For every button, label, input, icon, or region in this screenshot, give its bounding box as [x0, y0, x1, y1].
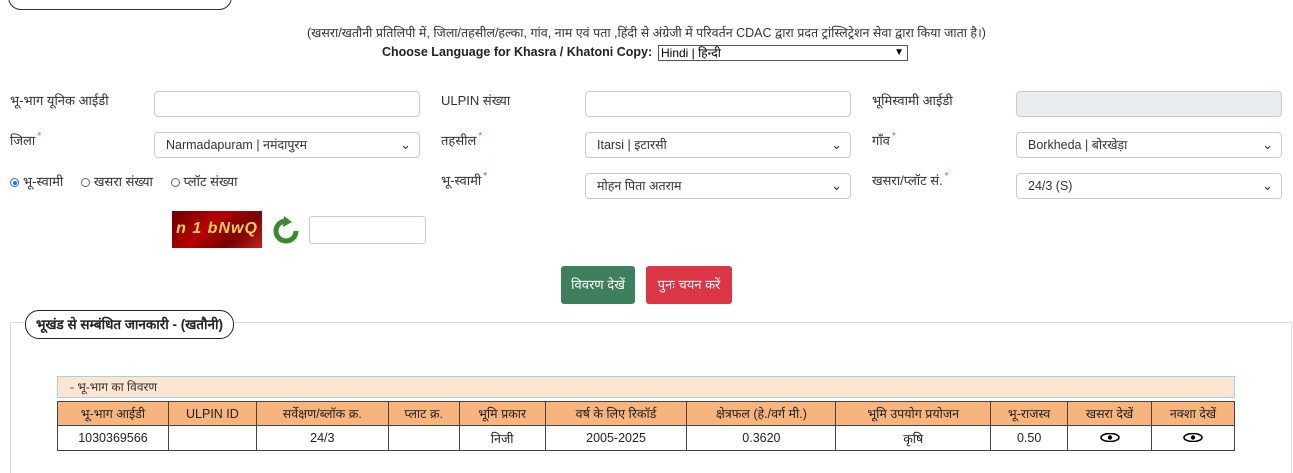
col-header: भू-राजस्व [990, 401, 1069, 426]
district-label: जिला * [10, 131, 42, 148]
owner-label: भू-स्वामी * [441, 171, 488, 188]
cell-survey: 24/3 [255, 425, 389, 451]
language-select[interactable]: Hindi | हिन्दी ▼ [658, 45, 908, 61]
tehsil-label: तहसील * [441, 131, 483, 148]
radio-empty-icon [80, 178, 90, 187]
language-select-value: Hindi | हिन्दी [661, 46, 721, 60]
cell-land-id: 1030369566 [57, 425, 169, 451]
khasra-select[interactable]: 24/3 (S) ⌄ [1016, 173, 1282, 199]
radio-owner[interactable]: भू-स्वामी [10, 172, 63, 190]
owner-select[interactable]: मोहन पिता अतराम ⌄ [585, 173, 851, 199]
language-label: Choose Language for Khasra / Khatoni Cop… [382, 45, 653, 59]
col-header: भूमि उपयोग प्रयोजन [835, 401, 992, 426]
ulpin-input[interactable] [585, 91, 851, 117]
eye-icon[interactable] [1183, 433, 1203, 442]
col-header: क्षेत्रफल (हे./वर्ग मी.) [686, 401, 837, 426]
tehsil-select[interactable]: Itarsi | इटारसी ⌄ [585, 132, 851, 158]
unique-id-input[interactable] [154, 91, 420, 117]
owner-value: मोहन पिता अतराम [597, 179, 682, 193]
captcha-input[interactable] [309, 216, 426, 244]
land-details-heading: - भू-भाग का विवरण [57, 376, 1235, 398]
refresh-icon[interactable] [270, 216, 302, 246]
view-details-button[interactable]: विवरण देखें [561, 266, 635, 304]
owner-id-input [1016, 91, 1282, 117]
col-header: प्लाट क्र. [387, 401, 460, 426]
view-map-cell [1151, 425, 1235, 451]
section-legend: भूखंड से सम्बंधित जानकारी - (खतौनी) [25, 310, 234, 339]
captcha-image: n 1 bNwQ [172, 211, 262, 248]
col-header: भूमि प्रकार [458, 401, 546, 426]
chevron-down-icon: ⌄ [1262, 178, 1273, 193]
chevron-down-icon: ▼ [894, 47, 904, 58]
chevron-down-icon: ⌄ [831, 178, 842, 193]
unique-id-label: भू-भाग यूनिक आईडी [10, 93, 109, 108]
table-row: 1030369566 24/3 निजी 2005-2025 0.3620 कृ… [57, 425, 1235, 451]
col-header: ULPIN ID [167, 401, 257, 426]
village-label: गाँव * [872, 131, 896, 148]
village-value: Borkheda | बोरखेड़ा [1028, 138, 1128, 152]
ulpin-label: ULPIN संख्या [441, 93, 511, 108]
radio-empty-icon [170, 178, 180, 187]
cell-land-use: कृषि [835, 425, 992, 451]
transliteration-note: (खसरा/खतौनी प्रतिलिपी में, जिला/तहसील/हल… [307, 26, 986, 40]
khasra-value: 24/3 (S) [1028, 179, 1073, 193]
cell-ulpin [167, 425, 257, 451]
col-header: वर्ष के लिए रिकॉर्ड [544, 401, 688, 426]
khasra-label: खसरा/प्लॉट सं. * [872, 171, 949, 188]
cell-land-type: निजी [458, 425, 546, 451]
cell-record-year: 2005-2025 [544, 425, 688, 451]
eye-icon[interactable] [1099, 433, 1120, 442]
col-header: सर्वेक्षण/ब्लॉक क्र. [255, 401, 389, 426]
chevron-down-icon: ⌄ [831, 137, 842, 152]
col-header: खसरा देखें [1067, 401, 1153, 426]
cell-revenue: 0.50 [990, 425, 1069, 451]
chevron-down-icon: ⌄ [400, 137, 411, 152]
district-value: Narmadapuram | नमंदापुरम [166, 138, 308, 152]
view-khasra-cell [1067, 425, 1153, 451]
village-select[interactable]: Borkheda | बोरखेड़ा ⌄ [1016, 132, 1282, 158]
previous-section-legend [8, 0, 232, 10]
cell-plot [387, 425, 460, 451]
radio-plot[interactable]: प्लॉट संख्या [170, 172, 237, 190]
tehsil-value: Itarsi | इटारसी [597, 138, 667, 152]
owner-id-label: भूमिस्वामी आईडी [872, 93, 953, 108]
reset-button[interactable]: पुनः चयन करें [646, 266, 732, 304]
land-details-table: भू-भाग आईडी ULPIN ID सर्वेक्षण/ब्लॉक क्र… [57, 401, 1235, 451]
district-select[interactable]: Narmadapuram | नमंदापुरम ⌄ [154, 132, 420, 158]
radio-selected-icon [10, 178, 19, 187]
col-header: नक्शा देखें [1151, 401, 1235, 426]
chevron-down-icon: ⌄ [1262, 137, 1273, 152]
table-header-row: भू-भाग आईडी ULPIN ID सर्वेक्षण/ब्लॉक क्र… [57, 401, 1235, 426]
cell-area: 0.3620 [686, 425, 837, 451]
col-header: भू-भाग आईडी [57, 401, 169, 426]
search-type-radio-group: भू-स्वामी खसरा संख्या प्लॉट संख्या [10, 172, 251, 190]
radio-khasra[interactable]: खसरा संख्या [80, 172, 153, 190]
